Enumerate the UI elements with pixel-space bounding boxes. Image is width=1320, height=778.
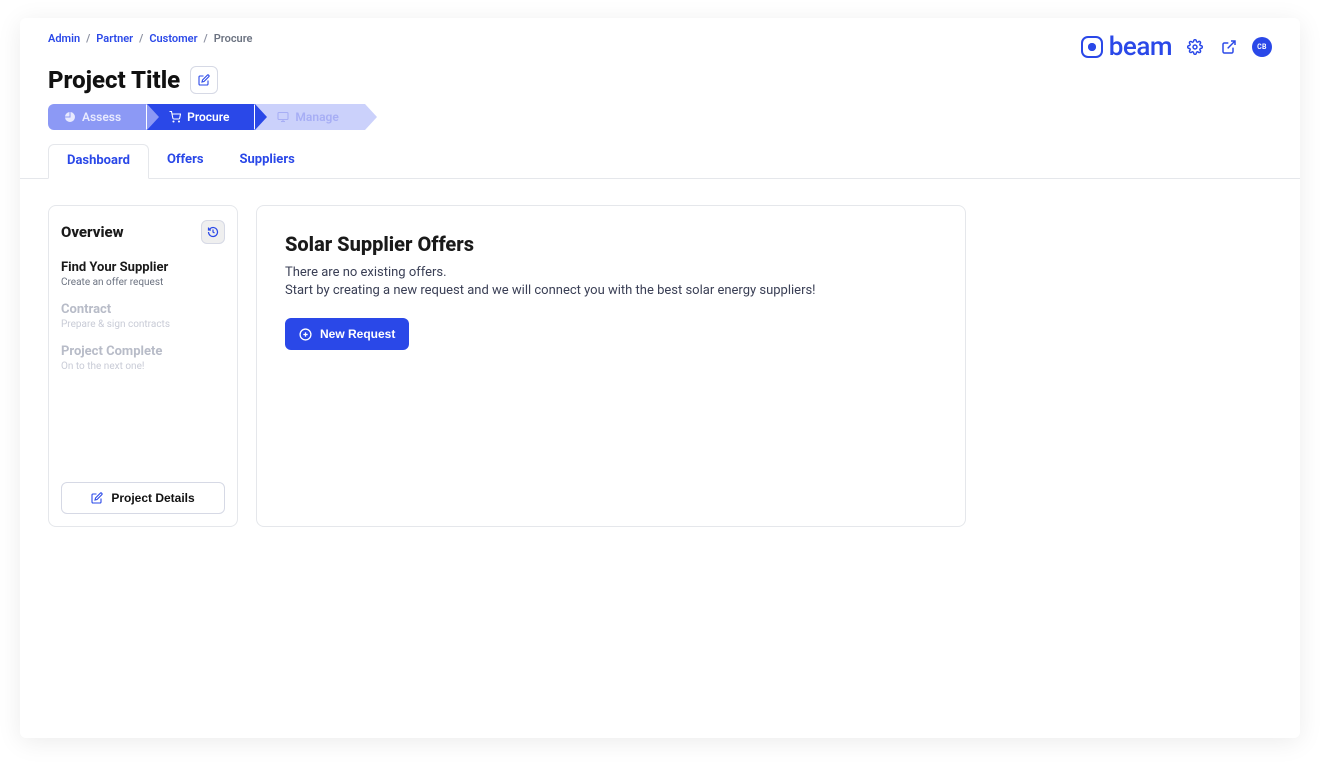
overview-step-title: Project Complete xyxy=(61,344,225,359)
external-link-icon xyxy=(1221,39,1237,55)
overview-panel: Overview Find Your Supplier Create an of… xyxy=(48,205,238,527)
breadcrumb-sep: / xyxy=(204,32,208,45)
step-procure[interactable]: Procure xyxy=(147,104,255,130)
page-title: Project Title xyxy=(48,66,180,94)
gear-icon xyxy=(1187,39,1203,55)
overview-step-subtitle: Prepare & sign contracts xyxy=(61,319,225,330)
brand-name: beam xyxy=(1109,32,1172,62)
overview-step-subtitle: On to the next one! xyxy=(61,361,225,372)
tab-bar: Dashboard Offers Suppliers xyxy=(20,130,1300,179)
edit-icon xyxy=(91,492,103,504)
overview-title: Overview xyxy=(61,223,124,241)
new-request-label: New Request xyxy=(320,327,395,341)
offers-panel: Solar Supplier Offers There are no exist… xyxy=(256,205,966,527)
history-button[interactable] xyxy=(201,220,225,244)
phase-stepper: Assess Procure Manage xyxy=(20,104,1300,130)
monitor-icon xyxy=(277,111,289,123)
new-request-button[interactable]: New Request xyxy=(285,318,409,350)
step-label: Manage xyxy=(295,110,338,124)
offers-title: Solar Supplier Offers xyxy=(285,232,937,256)
brand-logo[interactable]: beam xyxy=(1081,32,1172,62)
tab-offers[interactable]: Offers xyxy=(149,144,222,178)
settings-button[interactable] xyxy=(1184,36,1206,58)
offers-empty-line-2: Start by creating a new request and we w… xyxy=(285,282,937,300)
user-avatar[interactable]: CB xyxy=(1252,37,1272,57)
breadcrumb-current: Procure xyxy=(214,32,253,45)
overview-step-title: Contract xyxy=(61,302,225,317)
beam-logo-icon xyxy=(1081,36,1103,58)
overview-step-contract: Contract Prepare & sign contracts xyxy=(61,302,225,330)
overview-step-subtitle: Create an offer request xyxy=(61,277,225,288)
project-details-button[interactable]: Project Details xyxy=(61,482,225,514)
open-external-button[interactable] xyxy=(1218,36,1240,58)
project-details-label: Project Details xyxy=(111,491,194,505)
breadcrumb-link-admin[interactable]: Admin xyxy=(48,32,80,45)
cart-icon xyxy=(169,111,181,123)
overview-step-find-supplier[interactable]: Find Your Supplier Create an offer reque… xyxy=(61,260,225,288)
plus-circle-icon xyxy=(299,328,312,341)
edit-icon xyxy=(198,74,210,86)
step-label: Assess xyxy=(82,110,121,124)
step-assess[interactable]: Assess xyxy=(48,104,147,130)
pie-chart-icon xyxy=(64,111,76,123)
step-label: Procure xyxy=(187,110,229,124)
history-icon xyxy=(207,226,219,238)
offers-empty-line-1: There are no existing offers. xyxy=(285,264,937,282)
breadcrumb-link-customer[interactable]: Customer xyxy=(149,32,197,45)
tab-dashboard[interactable]: Dashboard xyxy=(48,144,149,179)
breadcrumb-sep: / xyxy=(86,32,90,45)
tab-suppliers[interactable]: Suppliers xyxy=(222,144,313,178)
breadcrumb-sep: / xyxy=(139,32,143,45)
step-manage[interactable]: Manage xyxy=(255,104,364,130)
edit-title-button[interactable] xyxy=(190,66,218,94)
breadcrumb-link-partner[interactable]: Partner xyxy=(96,32,133,45)
overview-step-complete: Project Complete On to the next one! xyxy=(61,344,225,372)
breadcrumb: Admin / Partner / Customer / Procure xyxy=(48,32,252,45)
overview-step-title: Find Your Supplier xyxy=(61,260,225,275)
